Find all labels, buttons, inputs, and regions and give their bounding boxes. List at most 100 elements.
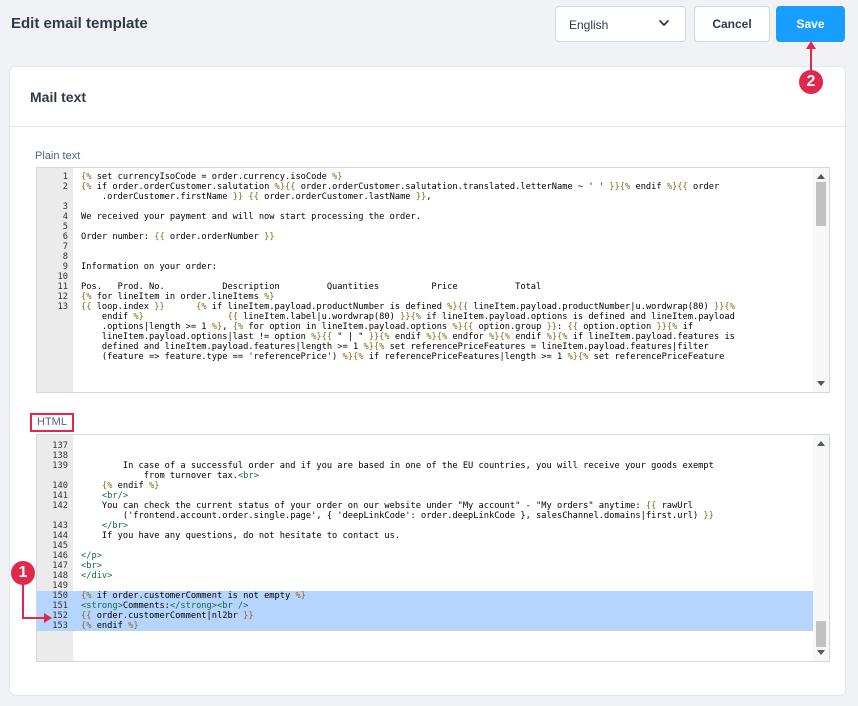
html-code-line[interactable]: 141 <br/> (37, 491, 813, 501)
annotation-arrow-line (22, 584, 24, 619)
code-text[interactable]: lineItem.payload.options|last != option … (81, 332, 813, 342)
vertical-scrollbar[interactable] (813, 168, 829, 392)
html-code-line[interactable]: 139 In case of a successful order and if… (37, 461, 813, 471)
code-text[interactable]: {% set currencyIsoCode = order.currency.… (81, 172, 813, 182)
html-editor[interactable]: 137 138 139 In case of a successful order … (36, 434, 830, 662)
code-text[interactable]: Order number: {{ order.orderNumber }} (81, 232, 813, 242)
html-code-line[interactable]: 150 {% if order.customerComment is not em… (37, 591, 813, 601)
scroll-down-icon[interactable] (817, 381, 825, 386)
plain-code-lines[interactable]: 1 {% set currencyIsoCode = order.currency… (37, 172, 813, 362)
plain-code-line[interactable]: 9 Information on your order: (37, 262, 813, 272)
plain-code-line[interactable]: 8 (37, 252, 813, 262)
line-number: 145 (52, 541, 68, 551)
html-code-line[interactable]: 142 You can check the current status of … (37, 501, 813, 511)
code-text[interactable]: Information on your order: (81, 262, 813, 272)
code-text[interactable]: {{ loop.index }} {% if lineItem.payload.… (81, 302, 813, 312)
line-number: 146 (52, 551, 68, 561)
line-number: 141 (52, 491, 68, 501)
code-text[interactable]: from turnover tax.<br> (81, 471, 813, 481)
code-text[interactable]: .options|length >= 1 %}, {% for option i… (81, 322, 813, 332)
plain-code-line[interactable]: endif %} {{ lineItem.label|u.wordwrap(80… (37, 312, 813, 322)
code-text[interactable]: endif %} {{ lineItem.label|u.wordwrap(80… (81, 312, 813, 322)
line-number: 137 (52, 441, 68, 451)
vertical-scrollbar[interactable] (813, 435, 829, 661)
code-text[interactable]: We received your payment and will now st… (81, 212, 813, 222)
scrollbar-thumb[interactable] (816, 621, 826, 647)
code-text[interactable]: </p> (81, 551, 813, 561)
plain-code-line[interactable]: 1 {% set currencyIsoCode = order.currency… (37, 172, 813, 182)
html-code-line[interactable]: 148 </div> (37, 571, 813, 581)
line-number: 147 (52, 561, 68, 571)
code-text[interactable]: <br> (81, 561, 813, 571)
code-text[interactable]: If you have any questions, do not hesita… (81, 531, 813, 541)
code-text[interactable]: {% if order.customerComment is not empty… (81, 591, 813, 601)
html-code-line[interactable]: 151 <strong>Comments:</strong><br /> (37, 601, 813, 611)
code-text[interactable]: </br> (81, 521, 813, 531)
code-text[interactable]: </div> (81, 571, 813, 581)
html-code-line[interactable]: 138 (37, 451, 813, 461)
language-select[interactable]: English (555, 6, 686, 42)
plain-code-line[interactable]: 12 {% for lineItem in order.lineItems %} (37, 292, 813, 302)
scroll-down-icon[interactable] (817, 650, 825, 655)
plain-code-line[interactable]: 2 {% if order.orderCustomer.salutation %}… (37, 182, 813, 192)
html-code-line[interactable]: 140 {% endif %} (37, 481, 813, 491)
plain-code-line[interactable]: 10 (37, 272, 813, 282)
plain-code-line[interactable]: defined and lineItem.payload.features|le… (37, 342, 813, 352)
annotation-arrow-line (22, 617, 46, 619)
plain-code-line[interactable]: 11 Pos. Prod. No. Description Quantities … (37, 282, 813, 292)
html-code-line[interactable]: 143 </br> (37, 521, 813, 531)
code-text[interactable]: {% endif %} (81, 621, 813, 631)
plain-text-label: Plain text (35, 150, 81, 162)
code-text[interactable]: You can check the current status of your… (81, 501, 813, 511)
save-button[interactable]: Save (776, 6, 845, 42)
code-text[interactable]: .orderCustomer.firstName }} {{ order.ord… (81, 192, 813, 202)
plain-code-line[interactable]: 7 (37, 242, 813, 252)
plain-code-line[interactable]: 3 (37, 202, 813, 212)
html-code-line[interactable]: 146 </p> (37, 551, 813, 561)
language-select-value: English (569, 18, 609, 32)
plain-code-line[interactable]: (feature => feature.type == 'referencePr… (37, 352, 813, 362)
line-number: 6 (62, 232, 68, 242)
html-code-line[interactable]: 144 If you have any questions, do not he… (37, 531, 813, 541)
line-number: 5 (62, 222, 68, 232)
html-code-line[interactable]: 147 <br> (37, 561, 813, 571)
html-code-line[interactable]: from turnover tax.<br> (37, 471, 813, 481)
mail-text-card: Mail text Plain text 1 {% set currencyIso… (9, 66, 846, 696)
html-label: HTML (30, 413, 74, 432)
plain-code-line[interactable]: 5 (37, 222, 813, 232)
plain-code-line[interactable]: .orderCustomer.firstName }} {{ order.ord… (37, 192, 813, 202)
line-number: 10 (57, 272, 68, 282)
code-text[interactable]: defined and lineItem.payload.features|le… (81, 342, 813, 352)
scroll-up-icon[interactable] (817, 174, 825, 179)
code-text[interactable]: Pos. Prod. No. Description Quantities Pr… (81, 282, 813, 292)
plain-code-line[interactable]: 13 {{ loop.index }} {% if lineItem.payloa… (37, 302, 813, 312)
html-code-line[interactable]: 137 (37, 441, 813, 451)
chevron-down-icon (659, 20, 669, 26)
code-text[interactable]: In case of a successful order and if you… (81, 461, 813, 471)
line-number: 140 (52, 481, 68, 491)
code-text[interactable]: ('frontend.account.order.single.page', {… (81, 511, 813, 521)
html-code-line[interactable]: 152 {{ order.customerComment|nl2br }} (37, 611, 813, 621)
html-code-line[interactable]: ('frontend.account.order.single.page', {… (37, 511, 813, 521)
code-text[interactable]: <strong>Comments:</strong><br /> (81, 601, 813, 611)
code-text[interactable]: {% endif %} (81, 481, 813, 491)
plain-text-editor[interactable]: 1 {% set currencyIsoCode = order.currency… (36, 167, 830, 393)
code-text[interactable]: (feature => feature.type == 'referencePr… (81, 352, 813, 362)
code-text[interactable]: {% if order.orderCustomer.salutation %}{… (81, 182, 813, 192)
plain-code-line[interactable]: 6 Order number: {{ order.orderNumber }} (37, 232, 813, 242)
code-text[interactable]: {% for lineItem in order.lineItems %} (81, 292, 813, 302)
page-title: Edit email template (11, 15, 148, 32)
scrollbar-thumb[interactable] (816, 182, 826, 226)
plain-code-line[interactable]: 4 We received your payment and will now s… (37, 212, 813, 222)
code-text[interactable]: {{ order.customerComment|nl2br }} (81, 611, 813, 621)
plain-code-line[interactable]: lineItem.payload.options|last != option … (37, 332, 813, 342)
html-code-line[interactable]: 145 (37, 541, 813, 551)
code-text[interactable]: <br/> (81, 491, 813, 501)
html-code-lines[interactable]: 137 138 139 In case of a successful order … (37, 441, 813, 631)
html-code-line[interactable]: 153 {% endif %} (37, 621, 813, 631)
html-code-line[interactable]: 149 (37, 581, 813, 591)
line-number: 142 (52, 501, 68, 511)
plain-code-line[interactable]: .options|length >= 1 %}, {% for option i… (37, 322, 813, 332)
scroll-up-icon[interactable] (817, 441, 825, 446)
cancel-button[interactable]: Cancel (694, 6, 770, 42)
